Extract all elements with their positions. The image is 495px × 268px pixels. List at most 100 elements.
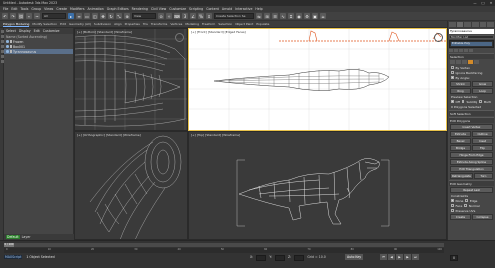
by-vertex-checkbox[interactable] — [451, 66, 454, 69]
time-slider-knob[interactable]: 0 / 100 — [4, 243, 14, 247]
viewport-label[interactable]: [+] [Orthographic] [Standard] [Wireframe… — [77, 133, 141, 137]
modifier-list-dropdown[interactable]: Modifier List — [449, 35, 494, 39]
viewport-label[interactable]: [+] [Front] [Standard] [Edged Faces] — [191, 30, 246, 34]
modify-tab-icon[interactable] — [456, 22, 464, 27]
viewcube-icon[interactable] — [434, 33, 443, 42]
render-frame-icon[interactable]: ▣ — [312, 13, 318, 19]
viewport-top[interactable]: [+] [Top] [Standard] [Wireframe] — [188, 131, 447, 240]
menu-scripting[interactable]: Scripting — [189, 7, 203, 11]
menu-animation[interactable]: Animation — [88, 7, 104, 11]
menu-customize[interactable]: Customize — [169, 7, 186, 11]
by-angle-checkbox[interactable] — [451, 76, 454, 79]
unlink-icon[interactable]: ⌁ — [26, 13, 32, 19]
pivot-icon[interactable]: ⊙ — [158, 13, 164, 19]
rect-selection-icon[interactable]: ▭ — [84, 13, 90, 19]
ribbon-tab-modify-selection[interactable]: Modify Selection — [32, 22, 57, 26]
ribbon-tab-align[interactable]: Align — [114, 22, 122, 26]
flip-button[interactable]: Flip — [472, 144, 493, 151]
ribbon-tab-populate[interactable]: Populate — [256, 22, 269, 26]
ring-button[interactable]: Ring — [450, 87, 471, 94]
edit-triangulation-button[interactable]: Edit Triangulation — [450, 165, 493, 172]
time-slider[interactable]: 0 / 100 — [4, 243, 444, 247]
visibility-eye-icon[interactable] — [6, 40, 9, 43]
bridge-button[interactable]: Bridge — [450, 144, 471, 151]
create-button[interactable]: Create — [450, 213, 471, 220]
ribbon-tab-object-paint[interactable]: Object Paint — [235, 22, 253, 26]
percent-snap-icon[interactable]: % — [198, 13, 204, 19]
extrude-spline-button[interactable]: Extrude Along Spline — [450, 158, 493, 165]
auto-key-button[interactable]: Auto Key — [345, 254, 364, 260]
viewcube-icon[interactable] — [175, 33, 184, 42]
extrude-button[interactable]: Extrude — [450, 130, 471, 137]
scene-menu-display[interactable]: Display — [19, 29, 31, 33]
scale-icon[interactable]: ⤡ — [116, 13, 122, 19]
ribbon-tab-tris[interactable]: Tris — [143, 22, 148, 26]
configure-sets-icon[interactable] — [469, 49, 473, 52]
preserve-uvs-checkbox[interactable] — [451, 209, 454, 212]
select-object-icon[interactable]: ▸ — [68, 13, 74, 19]
workspace-badge[interactable]: Default — [6, 235, 20, 239]
menu-group[interactable]: Group — [31, 7, 41, 11]
menu-civil-view[interactable]: Civil View — [151, 7, 166, 11]
render-setup-icon[interactable]: ⚙ — [304, 13, 310, 19]
viewport-bottom[interactable]: [+] [Bottom] [Standard] [Wireframe] — [74, 28, 188, 131]
play-icon[interactable]: ▶ — [396, 254, 403, 260]
utilities-tab-icon[interactable] — [487, 22, 495, 27]
constraint-normal-radio[interactable] — [464, 204, 467, 207]
outline-button[interactable]: Outline — [472, 130, 493, 137]
current-frame-field[interactable]: 0 — [450, 255, 459, 261]
vertex-mode-icon[interactable] — [450, 60, 455, 64]
keyboard-shortcut-icon[interactable]: ⌨ — [174, 13, 180, 19]
spinner-snap-icon[interactable]: ⇕ — [206, 13, 212, 19]
menu-interactive[interactable]: Interactive — [235, 7, 252, 11]
loop-button[interactable]: Loop — [472, 87, 493, 94]
undo-icon[interactable]: ↶ — [2, 13, 8, 19]
constraint-face-radio[interactable] — [451, 204, 454, 207]
constraint-none-radio[interactable] — [451, 199, 454, 202]
place-icon[interactable]: ⊕ — [124, 13, 130, 19]
shrink-button[interactable]: Shrink — [450, 80, 471, 87]
polygon-mode-icon[interactable] — [468, 60, 473, 64]
collapse-button[interactable]: Collapse — [472, 213, 493, 220]
maxscript-listener[interactable]: MAXScript — [4, 255, 23, 259]
selection-filter-dropdown[interactable]: All — [42, 13, 66, 19]
insert-vertex-button[interactable]: Insert Vertex — [450, 123, 493, 130]
ribbon-tab-edit[interactable]: Edit — [60, 22, 66, 26]
rollout-header[interactable]: Soft Selection — [449, 110, 494, 116]
curve-editor-icon[interactable]: ∿ — [280, 13, 286, 19]
z-coordinate-field[interactable] — [294, 255, 305, 261]
border-mode-icon[interactable] — [462, 60, 467, 64]
ribbon-tab-freeform[interactable]: Freeform — [202, 22, 215, 26]
ribbon-tab-geometry[interactable]: Geometry (All) — [69, 22, 91, 26]
reference-coord-dropdown[interactable]: View — [132, 13, 156, 19]
motion-tab-icon[interactable] — [472, 22, 479, 27]
visibility-eye-icon[interactable] — [6, 50, 9, 53]
align-icon[interactable]: ⊞ — [264, 13, 270, 19]
selection-set-field[interactable]: Create Selection Se — [214, 13, 254, 19]
menu-help[interactable]: Help — [255, 7, 262, 11]
viewport-orthographic[interactable]: [+] [Orthographic] [Standard] [Wireframe… — [74, 131, 188, 240]
y-coordinate-field[interactable] — [274, 255, 285, 261]
next-frame-icon[interactable]: ▶ — [404, 254, 411, 260]
viewport-label[interactable]: [+] [Top] [Standard] [Wireframe] — [191, 133, 240, 137]
move-icon[interactable]: ✥ — [100, 13, 106, 19]
window-crossing-icon[interactable]: ◫ — [92, 13, 98, 19]
x-coordinate-field[interactable] — [256, 255, 267, 261]
redo-icon[interactable]: ↷ — [10, 13, 16, 19]
menu-rendering[interactable]: Rendering — [132, 7, 148, 11]
edge-mode-icon[interactable] — [456, 60, 461, 64]
ribbon-tab-subdivision[interactable]: Subdivision — [94, 22, 111, 26]
maximize-button[interactable]: □ — [479, 1, 487, 5]
scene-menu-select[interactable]: Select — [6, 29, 16, 33]
menu-create[interactable]: Create — [56, 7, 67, 11]
ribbon-tab-transforms[interactable]: Transforms — [151, 22, 168, 26]
ribbon-tab-modeling[interactable]: Modeling — [185, 22, 199, 26]
schematic-view-icon[interactable]: ⌗ — [288, 13, 294, 19]
element-mode-icon[interactable] — [474, 60, 479, 64]
ribbon-tab-vertices[interactable]: Vertices — [170, 22, 182, 26]
track-bar[interactable]: 0 10 20 30 40 50 60 70 80 90 100 — [4, 248, 444, 253]
go-to-start-icon[interactable]: ⏮ — [380, 254, 387, 260]
list-item-selected[interactable]: Tyrannosaurus — [4, 49, 73, 54]
layer-explorer-icon[interactable]: ☰ — [272, 13, 278, 19]
scene-menu-edit[interactable]: Edit — [34, 29, 40, 33]
